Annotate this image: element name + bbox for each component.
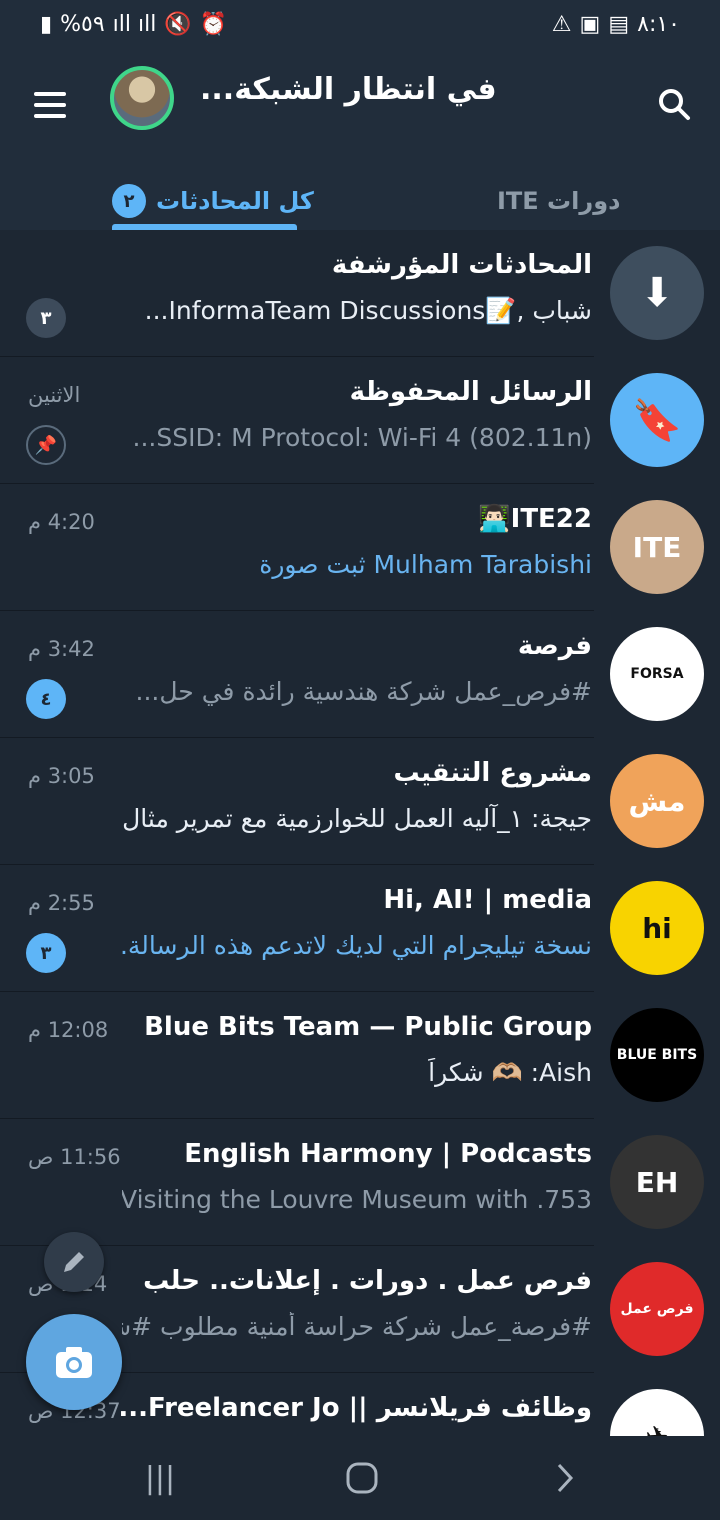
back-button[interactable]: [545, 1458, 585, 1498]
menu-button[interactable]: [30, 90, 70, 120]
chat-avatar: ITE: [610, 500, 704, 594]
chat-last-message: Mulham Tarabishi ثبت صورة: [259, 550, 592, 579]
chevron-right-icon: [557, 1463, 574, 1493]
recents-icon: |||: [144, 1460, 176, 1496]
chat-last-message: 753. Visiting the Louvre Museum with...: [122, 1185, 592, 1214]
chat-avatar: EH: [610, 1135, 704, 1229]
alarm-icon: ⏰: [199, 12, 228, 37]
chat-row[interactable]: 🔖 الرسائل المحفوظة SSID: M Protocol: Wi-Fi…: [0, 357, 720, 484]
status-bar: ▮ %٥٩ ıll ıll 🔇 ⏰ ⚠ ▣ ▤ ٨:١٠: [0, 0, 720, 56]
unread-badge: ٤: [26, 679, 66, 719]
chat-last-message: #فرص_عمل شركة هندسية رائدة في حل...: [135, 677, 592, 706]
tab-label: دورات ITE: [497, 187, 621, 215]
avatar-initials: hi: [642, 911, 672, 945]
pin-icon: 📌: [26, 425, 66, 465]
pencil-icon: [64, 1252, 84, 1272]
system-nav-bar: |||: [0, 1436, 720, 1520]
status-right: ⚠ ▣ ▤ ٨:١٠: [552, 12, 680, 37]
camera-button[interactable]: [26, 1314, 122, 1410]
battery-icon: ▮: [40, 12, 53, 37]
unread-badge: ٣: [26, 298, 66, 338]
gallery-icon: ▤: [608, 12, 630, 37]
chat-name: فرصة: [517, 631, 592, 661]
chat-last-message: SSID: M Protocol: Wi-Fi 4 (802.11n)...: [132, 423, 592, 452]
chat-last-message: نسخة تيليجرام التي لديك لاتدعم هذه الرسا…: [122, 931, 592, 960]
chat-row[interactable]: مش مشروع التنقيب جيجة: ١_آليه العمل للخوار…: [0, 738, 720, 865]
archive-icon: ⬇: [640, 270, 674, 316]
chat-name: مشروع التنقيب: [393, 758, 592, 788]
signal-icon: ıll ıll: [112, 12, 157, 37]
chat-name: ITE22👨🏻‍💻: [478, 504, 592, 534]
chat-time: 12:08 م: [28, 1018, 109, 1042]
chat-avatar: 🔖: [610, 373, 704, 467]
app-bar: في انتظار الشبكة... كل المحادثات ٢ دورات…: [0, 56, 720, 230]
chat-time: الاثنين: [28, 383, 81, 407]
recents-button[interactable]: |||: [140, 1458, 180, 1498]
chat-row[interactable]: FORSA فرصة #فرص_عمل شركة هندسية رائدة في ح…: [0, 611, 720, 738]
chat-name: فرص عمل . دورات . إعلانات.. حلب: [143, 1266, 592, 1296]
menu-icon: [34, 92, 66, 96]
chat-name: الرسائل المحفوظة: [349, 377, 592, 407]
menu-icon-line: [34, 114, 66, 118]
avatar-initials: مش: [628, 784, 686, 818]
chat-last-message: Aish: 🫶🏼 شكراً: [428, 1058, 592, 1087]
avatar-initials: ITE: [632, 530, 682, 564]
camera-icon: [56, 1347, 92, 1378]
chat-avatar: hi: [610, 881, 704, 975]
chat-last-message: جيجة: ١_آليه العمل للخوارزمية مع تمرير م…: [122, 804, 592, 833]
chat-row[interactable]: BLUE BITS Blue Bits Team — Public Group Ai…: [0, 992, 720, 1119]
menu-icon-line: [34, 103, 66, 107]
chat-avatar: ⬇: [610, 246, 704, 340]
status-left: ▮ %٥٩ ıll ıll 🔇 ⏰: [40, 12, 227, 37]
chat-avatar: BLUE BITS: [610, 1008, 704, 1102]
compose-button[interactable]: [44, 1232, 104, 1292]
bookmark-icon: 🔖: [632, 397, 682, 444]
chat-row[interactable]: ITE ITE22👨🏻‍💻 Mulham Tarabishi ثبت صورة 4:2…: [0, 484, 720, 611]
chat-last-message: شباب ,📝InformaTeam Discussions...: [144, 296, 592, 325]
tab-unread-badge: ٢: [112, 184, 146, 218]
chat-row[interactable]: ⬇ المحادثات المؤرشفة شباب ,📝InformaTeam Di…: [0, 230, 720, 357]
chat-time: 11:56 ص: [28, 1145, 121, 1169]
chat-name: المحادثات المؤرشفة: [331, 250, 592, 280]
chat-time: 3:05 م: [28, 764, 95, 788]
chat-time: 2:55 م: [28, 891, 95, 915]
chat-time: 3:42 م: [28, 637, 95, 661]
connection-status-title: في انتظار الشبكة...: [200, 72, 497, 107]
chat-avatar: مش: [610, 754, 704, 848]
clock-time: ٨:١٠: [637, 12, 680, 37]
avatar-initials: BLUE BITS: [616, 1047, 698, 1063]
chat-name: وظائف فريلانسر || Freelancer Jo...: [118, 1393, 592, 1423]
tab-all-chats[interactable]: كل المحادثات ٢: [112, 172, 314, 230]
chat-row[interactable]: hi Hi, AI! | media نسخة تيليجرام التي لديك…: [0, 865, 720, 992]
battery-percent: %٥٩: [60, 12, 105, 37]
mute-icon: 🔇: [164, 12, 192, 37]
avatar-initials: EH: [635, 1165, 679, 1199]
notification-icon: ▣: [579, 12, 601, 37]
home-icon: [346, 1462, 378, 1494]
folder-tabs: كل المحادثات ٢ دورات ITE: [0, 172, 720, 230]
avatar-initials: فرص عمل: [620, 1301, 694, 1317]
chat-row[interactable]: EH English Harmony | Podcasts 753. Visitin…: [0, 1119, 720, 1246]
chat-time: 4:20 م: [28, 510, 95, 534]
profile-avatar[interactable]: [110, 66, 174, 130]
chat-avatar: فرص عمل: [610, 1262, 704, 1356]
home-button[interactable]: [342, 1458, 382, 1498]
chat-name: Blue Bits Team — Public Group: [144, 1012, 592, 1042]
tab-ite-courses[interactable]: دورات ITE: [497, 172, 620, 230]
chat-name: English Harmony | Podcasts: [184, 1139, 592, 1169]
warning-icon: ⚠: [551, 12, 572, 37]
chat-last-message: #فرصة_عمل شركة حراسة أمنية مطلوب #شباب: [122, 1312, 592, 1341]
search-icon: [659, 89, 690, 120]
chat-name: Hi, AI! | media: [383, 885, 592, 915]
unread-badge: ٣: [26, 933, 66, 973]
search-button[interactable]: [656, 86, 692, 122]
tab-label: كل المحادثات: [156, 187, 314, 215]
avatar-initials: FORSA: [630, 666, 684, 682]
chat-avatar: FORSA: [610, 627, 704, 721]
